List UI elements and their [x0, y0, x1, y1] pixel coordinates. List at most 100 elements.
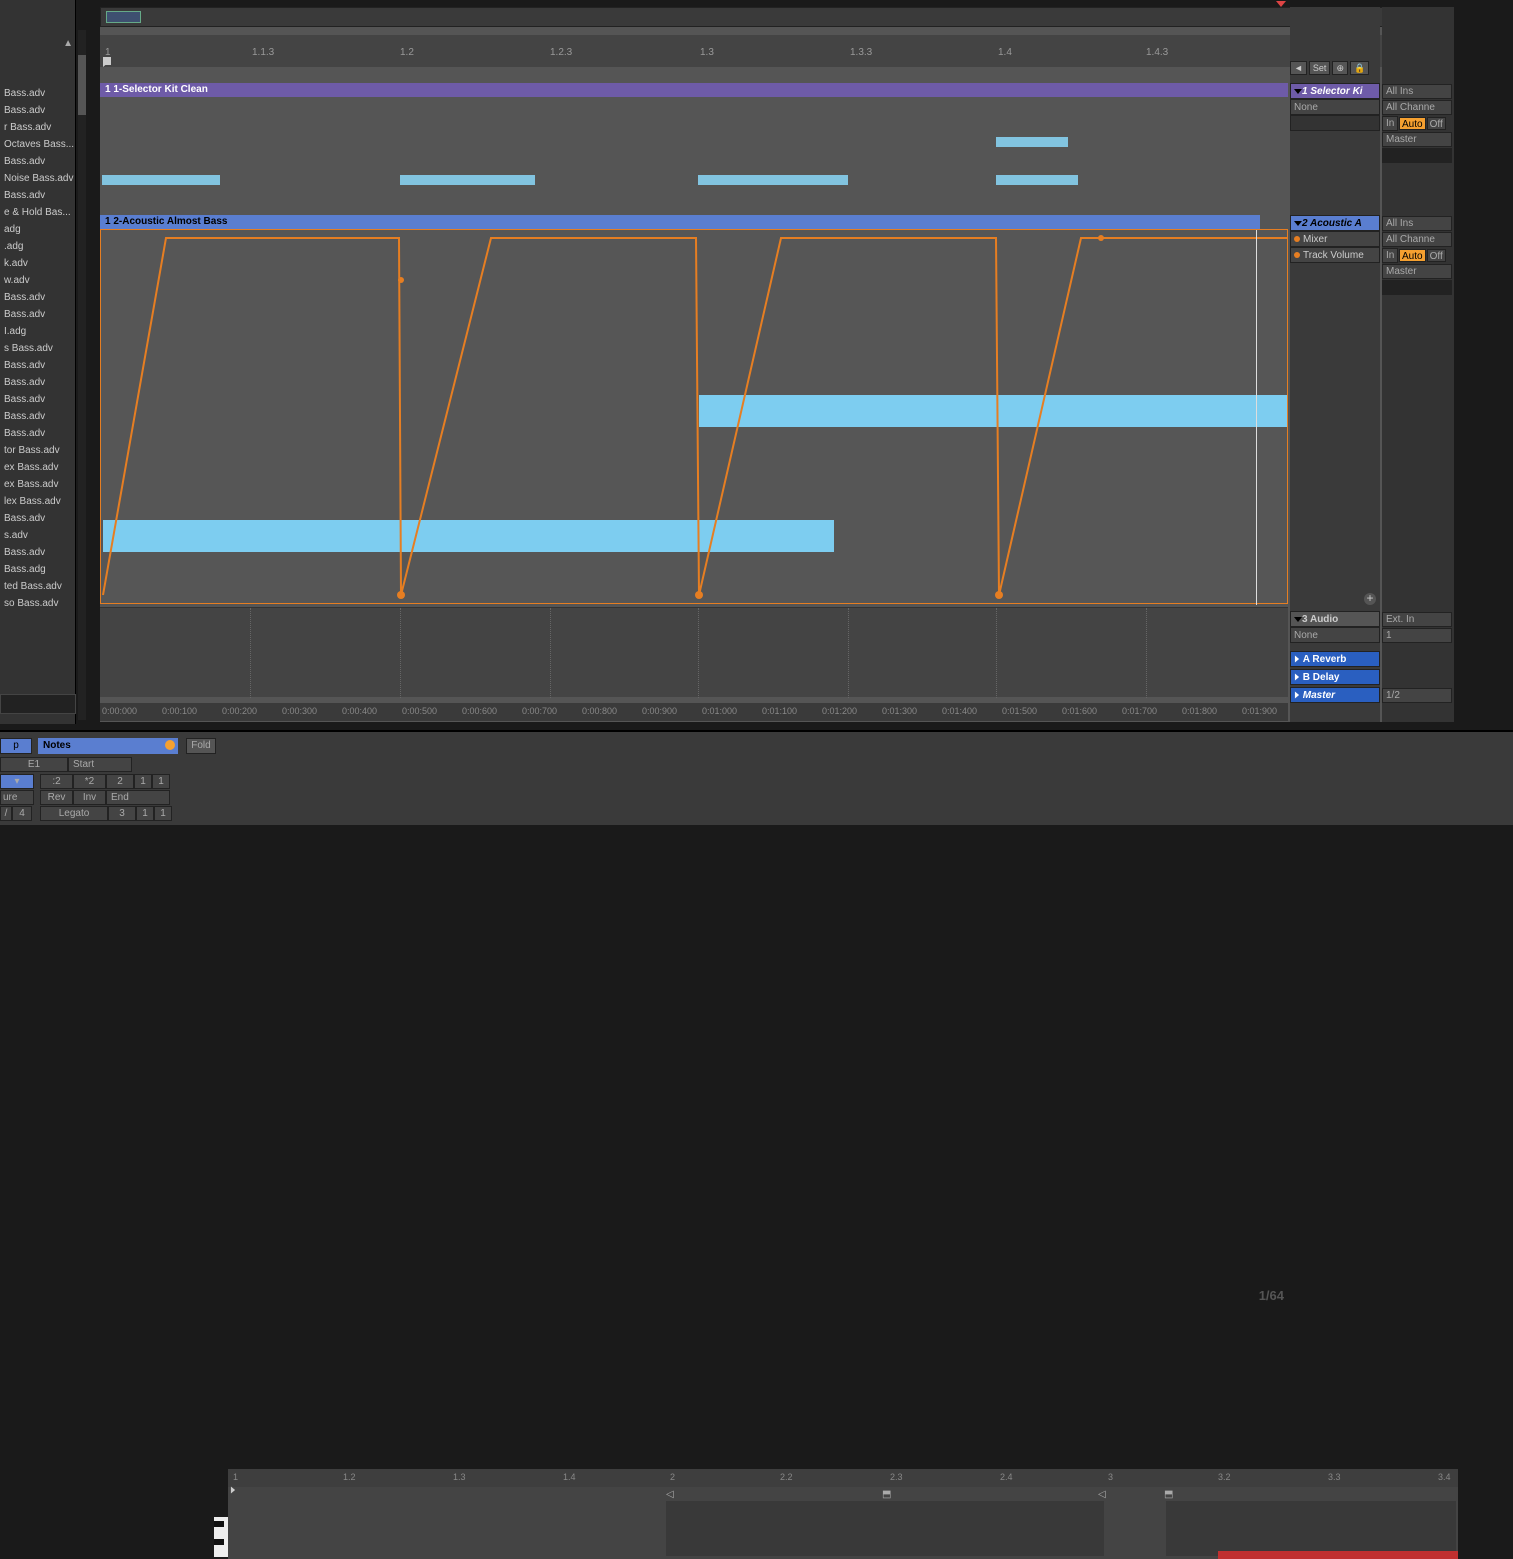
track1-input-selector[interactable]: None: [1290, 99, 1380, 115]
browser-item[interactable]: Bass.adv: [0, 187, 76, 204]
midi-note[interactable]: [699, 395, 999, 427]
browser-item[interactable]: Bass.adv: [0, 306, 76, 323]
browser-item[interactable]: w.adv: [0, 272, 76, 289]
browser-item[interactable]: k.adv: [0, 255, 76, 272]
browser-item[interactable]: lex Bass.adv: [0, 493, 76, 510]
io-output[interactable]: Master: [1382, 264, 1452, 279]
clip-color-selector[interactable]: ▾: [0, 774, 34, 789]
io-monitor-in[interactable]: In: [1382, 248, 1398, 263]
start-bar-field[interactable]: 2: [106, 774, 134, 789]
fold-button[interactable]: Fold: [186, 738, 216, 754]
io-input-channel[interactable]: All Channe: [1382, 100, 1452, 115]
start-sixteenth-field[interactable]: 1: [152, 774, 170, 789]
loop-end-marker-icon[interactable]: ◁: [1098, 1489, 1108, 1501]
midi-note[interactable]: [103, 520, 401, 552]
return-b-header[interactable]: B Delay: [1290, 669, 1380, 685]
velocity-lane[interactable]: [1218, 1551, 1458, 1559]
track2-param-selector[interactable]: Track Volume: [1290, 247, 1380, 263]
browser-item[interactable]: ex Bass.adv: [0, 476, 76, 493]
add-marker-button[interactable]: ⊕: [1332, 61, 1348, 75]
midi-ruler[interactable]: 1 1.2 1.3 1.4 2 2.2 2.3 2.4 3 3.2 3.3 3.…: [228, 1469, 1458, 1487]
browser-item[interactable]: Bass.adv: [0, 510, 76, 527]
browser-item[interactable]: adg: [0, 221, 76, 238]
browser-item[interactable]: Bass.adv: [0, 102, 76, 119]
io-send[interactable]: [1382, 280, 1452, 295]
browser-item[interactable]: Bass.adv: [0, 85, 76, 102]
io-output[interactable]: Master: [1382, 132, 1452, 147]
reverse-button[interactable]: Rev: [40, 790, 73, 805]
io-monitor-auto[interactable]: Auto: [1399, 249, 1426, 262]
lock-button[interactable]: 🔒: [1350, 61, 1369, 75]
io-input-channel[interactable]: 1: [1382, 628, 1452, 643]
beat-ruler[interactable]: 1 1.1.3 1.2 1.2.3 1.3 1.3.3 1.4 1.4.3: [100, 35, 1388, 67]
browser-item[interactable]: Noise Bass.adv: [0, 170, 76, 187]
root-note-field[interactable]: E1: [0, 757, 68, 772]
piano-black-key[interactable]: [214, 1521, 224, 1527]
track2-device-selector[interactable]: Mixer: [1290, 231, 1380, 247]
master-header[interactable]: Master: [1290, 687, 1380, 703]
browser-item[interactable]: Octaves Bass...: [0, 136, 76, 153]
browser-item[interactable]: tor Bass.adv: [0, 442, 76, 459]
return-a-header[interactable]: A Reverb: [1290, 651, 1380, 667]
track1-slot[interactable]: [1290, 115, 1380, 131]
browser-item[interactable]: Bass.adv: [0, 391, 76, 408]
midi-note[interactable]: [997, 395, 1287, 427]
browser-item[interactable]: s.adv: [0, 527, 76, 544]
loop-brace-icon[interactable]: ⬒: [1164, 1489, 1174, 1501]
browser-item[interactable]: Bass.adv: [0, 408, 76, 425]
browser-item[interactable]: so Bass.adv: [0, 595, 76, 612]
browser-item[interactable]: Bass.adv: [0, 289, 76, 306]
midi-note[interactable]: [698, 175, 848, 185]
start-beat-field[interactable]: 1: [134, 774, 152, 789]
browser-item[interactable]: Bass.adv: [0, 153, 76, 170]
play-start-icon[interactable]: [231, 1487, 235, 1494]
browser-item[interactable]: ex Bass.adv: [0, 459, 76, 476]
midi-note[interactable]: [399, 520, 834, 552]
track2-clip-header[interactable]: 1 2-Acoustic Almost Bass: [100, 215, 1260, 229]
browser-item[interactable]: e & Hold Bas...: [0, 204, 76, 221]
midi-note[interactable]: [996, 175, 1078, 185]
legato-button[interactable]: Legato: [40, 806, 108, 821]
io-monitor-off[interactable]: Off: [1427, 117, 1446, 130]
end-bar-field[interactable]: 3: [108, 806, 136, 821]
track3-input-selector[interactable]: None: [1290, 627, 1380, 643]
io-monitor-in[interactable]: In: [1382, 116, 1398, 131]
browser-item[interactable]: .adg: [0, 238, 76, 255]
io-master-out[interactable]: 1/2: [1382, 688, 1452, 703]
track2-clip[interactable]: [100, 229, 1288, 604]
playhead-marker-icon[interactable]: [103, 57, 111, 65]
browser-item[interactable]: Bass.adg: [0, 561, 76, 578]
io-monitor-auto[interactable]: Auto: [1399, 117, 1426, 130]
collapse-arrow-icon[interactable]: ▲: [63, 38, 73, 49]
track2-header[interactable]: 2 Acoustic A: [1290, 215, 1380, 231]
loop-brace-icon[interactable]: ⬒: [882, 1489, 892, 1501]
midi-loop-region[interactable]: [666, 1501, 1104, 1556]
loop-end-marker-icon[interactable]: [1276, 1, 1286, 7]
half-time-button[interactable]: :2: [40, 774, 73, 789]
browser-item[interactable]: r Bass.adv: [0, 119, 76, 136]
sig-numerator-field[interactable]: /: [0, 806, 12, 821]
browser-item[interactable]: I.adg: [0, 323, 76, 340]
set-button[interactable]: Set: [1309, 61, 1331, 75]
midi-note-editor[interactable]: 1 1.2 1.3 1.4 2 2.2 2.3 2.4 3 3.2 3.3 3.…: [228, 1469, 1458, 1559]
browser-item[interactable]: Bass.adv: [0, 425, 76, 442]
scrollbar-thumb[interactable]: [78, 55, 86, 115]
track1-lane[interactable]: [100, 97, 1388, 215]
sig-denominator-field[interactable]: 4: [12, 806, 32, 821]
back-button[interactable]: ◄: [1290, 61, 1307, 75]
overview-bar[interactable]: [100, 7, 1388, 27]
clip-tab[interactable]: p: [0, 738, 32, 754]
add-lane-button[interactable]: +: [1364, 593, 1376, 605]
browser-item[interactable]: ted Bass.adv: [0, 578, 76, 595]
browser-item[interactable]: s Bass.adv: [0, 340, 76, 357]
browser-item[interactable]: Bass.adv: [0, 374, 76, 391]
piano-black-key[interactable]: [214, 1539, 224, 1545]
io-monitor-off[interactable]: Off: [1427, 249, 1446, 262]
loop-start-marker-icon[interactable]: ◁: [666, 1489, 676, 1501]
io-input-type[interactable]: All Ins: [1382, 84, 1452, 99]
io-input-type[interactable]: All Ins: [1382, 216, 1452, 231]
automation-lane[interactable]: 1/64: [100, 607, 1288, 697]
track3-header[interactable]: 3 Audio: [1290, 611, 1380, 627]
track1-header[interactable]: 1 Selector Ki: [1290, 83, 1380, 99]
track1-clip-header[interactable]: 1 1-Selector Kit Clean: [100, 83, 1288, 97]
